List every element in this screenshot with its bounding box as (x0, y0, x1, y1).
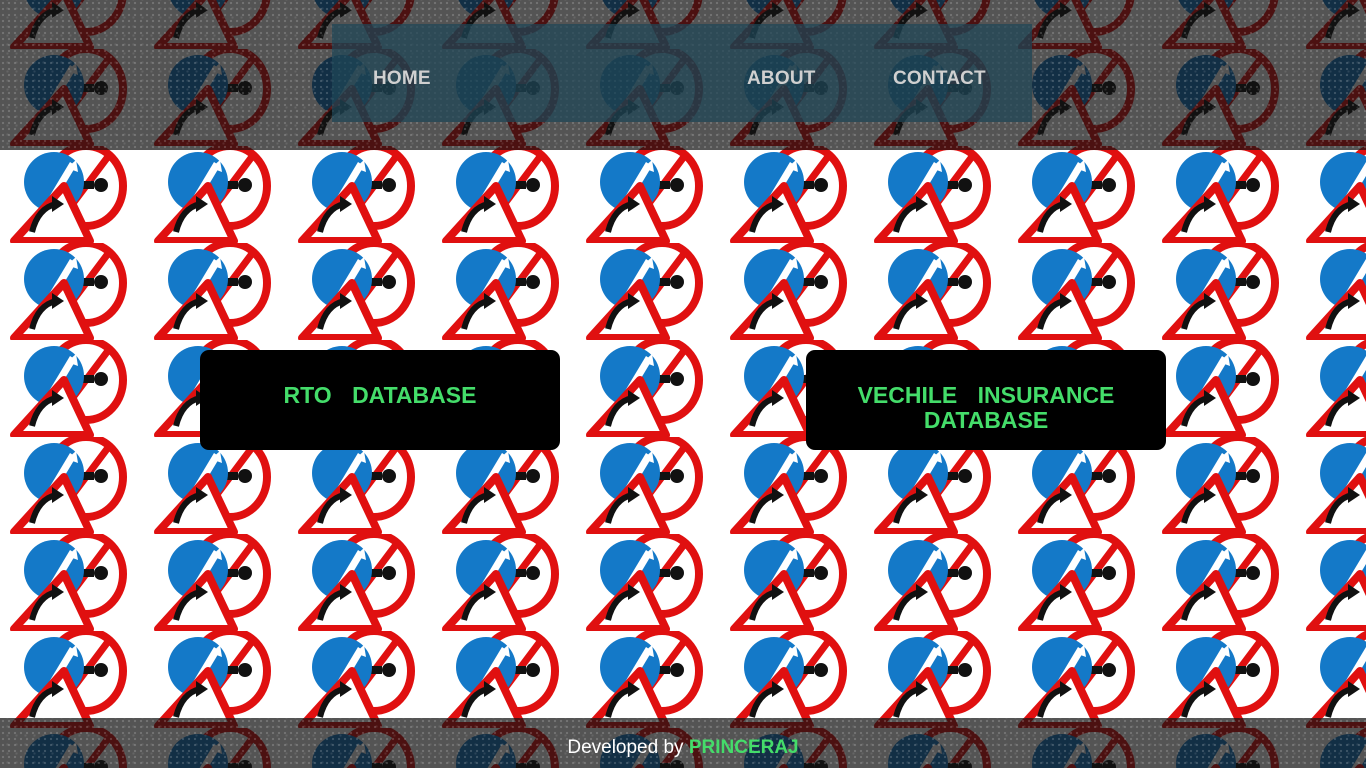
nav-link-home[interactable]: HOME (373, 68, 431, 90)
footer-credit-prefix: Developed by (567, 737, 684, 758)
vehicle-insurance-database-button[interactable]: VECHILE INSURANCE DATABASE (806, 350, 1166, 450)
nav-link-about[interactable]: ABOUT (747, 68, 816, 90)
footer-credit: Developed by PRINCERAJ (0, 737, 1366, 759)
rto-database-button[interactable]: RTO DATABASE (200, 350, 560, 450)
footer-author-name: PRINCERAJ (688, 737, 799, 758)
nav-link-contact[interactable]: CONTACT (893, 68, 986, 90)
rto-database-label: RTO DATABASE (283, 382, 477, 408)
page: HOME ABOUT CONTACT RTO DATABASE VECHILE … (0, 0, 1366, 768)
vehicle-insurance-database-label: VECHILE INSURANCE DATABASE (857, 382, 1115, 433)
